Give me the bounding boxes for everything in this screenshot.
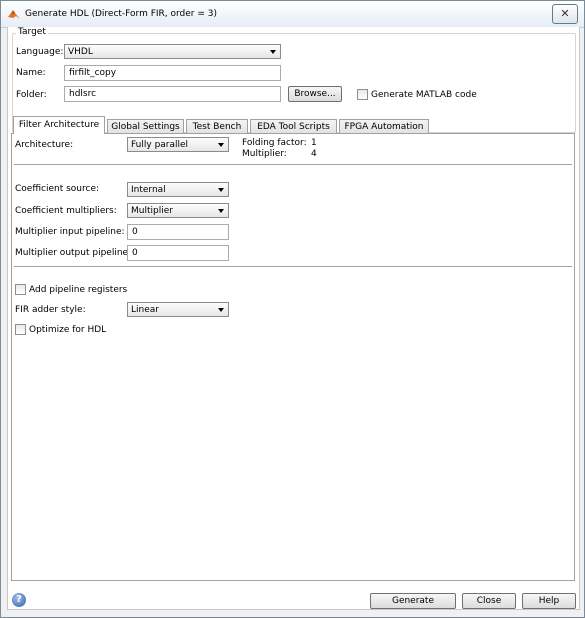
multiplier-input-pipeline-input[interactable]: 0 (127, 224, 229, 240)
separator (14, 164, 572, 166)
fir-adder-style-value: Linear (131, 305, 159, 315)
generate-matlab-checkbox[interactable] (357, 89, 368, 100)
coefficient-source-value: Internal (131, 185, 166, 195)
help-button[interactable]: Help (522, 593, 576, 609)
optimize-for-hdl-checkbox[interactable] (15, 324, 26, 335)
chevron-down-icon (270, 50, 276, 54)
filter-architecture-panel: Architecture: Fully parallel Folding fac… (11, 133, 575, 581)
multiplier-output-pipeline-label: Multiplier output pipeline: (15, 248, 132, 258)
tab-eda-tool-scripts[interactable]: EDA Tool Scripts (250, 119, 337, 133)
architecture-label: Architecture: (15, 140, 74, 150)
add-pipeline-registers-checkbox[interactable] (15, 284, 26, 295)
language-label: Language: (16, 47, 64, 57)
title-bar[interactable]: Generate HDL (Direct-Form FIR, order = 3… (1, 1, 584, 28)
name-label: Name: (16, 68, 46, 78)
help-question-icon[interactable]: ? (12, 593, 26, 607)
chevron-down-icon (218, 308, 224, 312)
close-button[interactable]: Close (462, 593, 516, 609)
coefficient-multipliers-value: Multiplier (131, 206, 173, 216)
multiplier-output-pipeline-input[interactable]: 0 (127, 245, 229, 261)
add-pipeline-registers-label: Add pipeline registers (29, 285, 128, 295)
fir-adder-style-label: FIR adder style: (15, 305, 86, 315)
optimize-for-hdl-label: Optimize for HDL (29, 325, 107, 335)
folding-factor-label: Folding factor: (242, 138, 307, 148)
language-dropdown[interactable]: VHDL (64, 44, 281, 59)
chevron-down-icon (218, 143, 224, 147)
generate-matlab-label: Generate MATLAB code (371, 90, 477, 100)
coefficient-multipliers-dropdown[interactable]: Multiplier (127, 203, 229, 218)
tab-test-bench[interactable]: Test Bench (186, 119, 248, 133)
folder-label: Folder: (16, 90, 47, 100)
window-title: Generate HDL (Direct-Form FIR, order = 3… (25, 9, 218, 19)
architecture-dropdown[interactable]: Fully parallel (127, 137, 229, 152)
matlab-logo-icon (8, 10, 20, 19)
dialog-body: Target Language: VHDL Name: firfilt_copy… (7, 27, 580, 610)
multiplier-count-label: Multiplier: (242, 149, 287, 159)
dialog-window: Generate HDL (Direct-Form FIR, order = 3… (0, 0, 585, 618)
tab-fpga-automation[interactable]: FPGA Automation (339, 119, 429, 133)
multiplier-input-pipeline-label: Multiplier input pipeline: (15, 227, 125, 237)
browse-button[interactable]: Browse... (288, 86, 342, 102)
coefficient-source-dropdown[interactable]: Internal (127, 182, 229, 197)
generate-button[interactable]: Generate (370, 593, 456, 609)
architecture-value: Fully parallel (131, 140, 189, 150)
coefficient-multipliers-label: Coefficient multipliers: (15, 206, 117, 216)
fir-adder-style-dropdown[interactable]: Linear (127, 302, 229, 317)
target-group-title: Target (16, 27, 48, 37)
folding-factor-value: 1 (311, 138, 317, 148)
name-input[interactable]: firfilt_copy (64, 65, 281, 81)
chevron-down-icon (218, 209, 224, 213)
close-window-button[interactable]: ✕ (552, 4, 578, 24)
tab-global-settings[interactable]: Global Settings (107, 119, 184, 133)
multiplier-count-value: 4 (311, 149, 317, 159)
separator (14, 266, 572, 268)
folder-input[interactable]: hdlsrc (64, 86, 281, 102)
tab-filter-architecture[interactable]: Filter Architecture (13, 116, 105, 134)
language-value: VHDL (68, 47, 93, 57)
coefficient-source-label: Coefficient source: (15, 184, 100, 194)
chevron-down-icon (218, 188, 224, 192)
